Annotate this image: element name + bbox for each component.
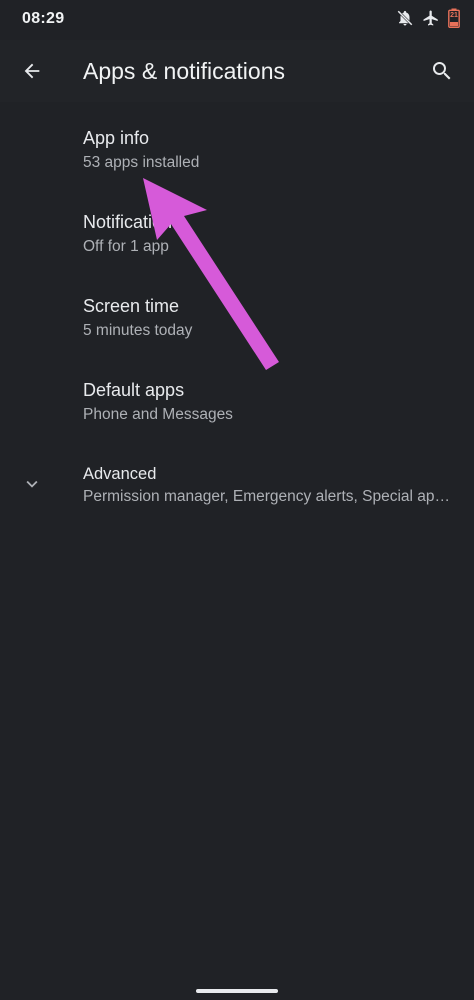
page-title: Apps & notifications (83, 58, 286, 84)
battery-icon: 21 (448, 8, 460, 28)
item-title: Default apps (83, 380, 185, 400)
settings-item-app-info[interactable]: App info 53 apps installed (0, 102, 474, 186)
battery-level: 21 (450, 12, 458, 19)
search-button[interactable] (424, 53, 460, 89)
settings-item-notifications[interactable]: Notifications Off for 1 app (0, 186, 474, 270)
item-title: App info (83, 128, 150, 148)
item-summary: Phone and Messages (83, 406, 233, 423)
settings-item-screen-time[interactable]: Screen time 5 minutes today (0, 270, 474, 354)
item-summary: 53 apps installed (83, 154, 200, 171)
settings-item-default-apps[interactable]: Default apps Phone and Messages (0, 354, 474, 438)
search-icon (433, 62, 451, 80)
chevron-down-icon (20, 472, 44, 496)
item-summary: 5 minutes today (83, 322, 193, 339)
back-arrow-icon (24, 63, 40, 79)
status-bar: 08:29 21 (0, 0, 474, 40)
settings-item-advanced[interactable]: Advanced Permission manager, Emergency a… (0, 438, 474, 518)
item-summary: Permission manager, Emergency alerts, Sp… (83, 488, 455, 505)
status-icons: 21 (396, 8, 460, 28)
back-button[interactable] (14, 53, 50, 89)
app-bar: Apps & notifications (0, 40, 474, 102)
status-time: 08:29 (22, 10, 65, 27)
item-title: Advanced (83, 465, 157, 483)
item-title: Screen time (83, 296, 180, 316)
item-summary: Off for 1 app (83, 238, 169, 255)
airplane-mode-icon (422, 9, 440, 27)
item-title: Notifications (83, 212, 182, 232)
notifications-off-icon (396, 9, 414, 27)
gesture-nav-handle[interactable] (196, 989, 278, 993)
